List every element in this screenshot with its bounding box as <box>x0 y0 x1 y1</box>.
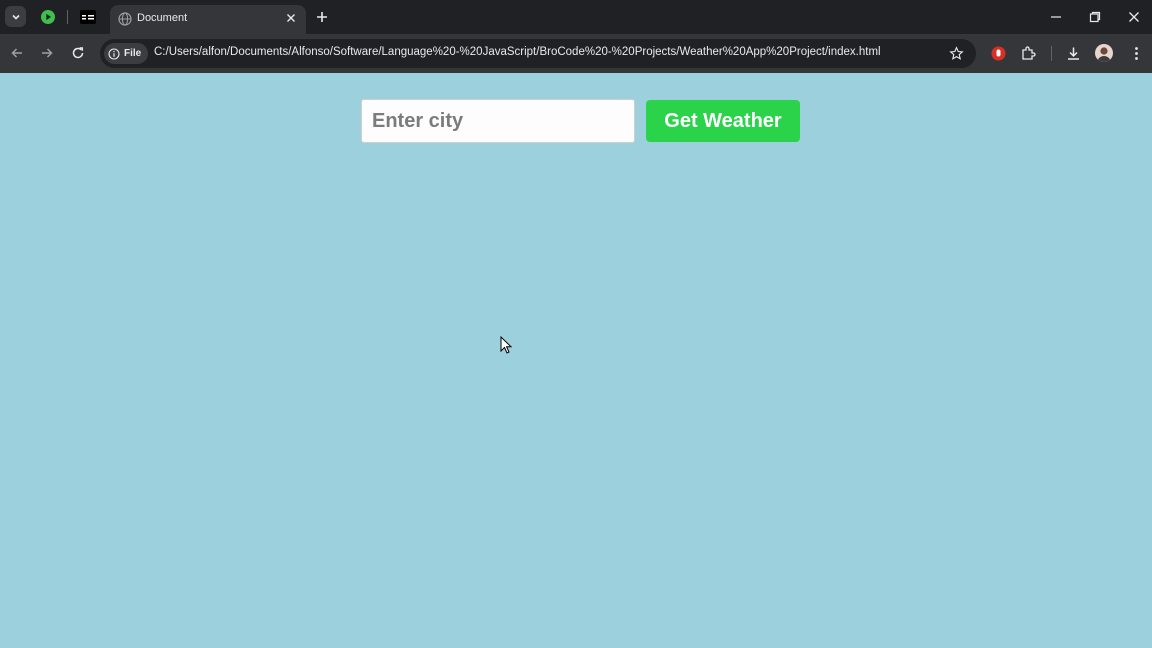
profile-avatar-icon <box>1097 47 1111 62</box>
toolbar-divider <box>1051 46 1052 61</box>
chevron-down-icon <box>11 14 20 20</box>
tab-separator <box>67 10 68 24</box>
star-icon[interactable] <box>949 46 964 61</box>
avatar[interactable] <box>1095 44 1113 62</box>
reload-icon[interactable] <box>70 45 86 61</box>
puzzle-icon[interactable] <box>1020 45 1037 62</box>
back-arrow-icon[interactable] <box>9 45 25 61</box>
mouse-cursor-icon <box>500 336 512 354</box>
minimize-icon[interactable] <box>1048 9 1064 25</box>
globe-icon <box>118 12 132 26</box>
kebab-menu-icon[interactable] <box>1128 45 1145 62</box>
forward-arrow-icon[interactable] <box>39 45 55 61</box>
close-icon[interactable] <box>284 11 298 25</box>
close-icon[interactable] <box>1126 9 1142 25</box>
play-circle-icon <box>41 10 55 24</box>
tab-search-button[interactable] <box>5 6 26 27</box>
tab-title: Document <box>137 12 188 24</box>
tab-document[interactable]: Document <box>110 5 306 34</box>
pinned-tab-player[interactable] <box>38 7 58 27</box>
restore-icon[interactable] <box>1087 9 1103 25</box>
city-input[interactable] <box>361 99 635 143</box>
get-weather-button[interactable]: Get Weather <box>646 100 800 142</box>
plus-icon[interactable] <box>314 9 330 25</box>
url-text[interactable]: C:/Users/alfon/Documents/Alfonso/Softwar… <box>154 46 881 58</box>
info-icon <box>108 47 120 60</box>
app-icon <box>80 10 96 24</box>
site-info-button[interactable]: File <box>104 43 148 64</box>
browser-toolbar: File C:/Users/alfon/Documents/Alfonso/So… <box>0 34 1152 73</box>
pinned-tab-app[interactable] <box>78 7 98 27</box>
site-info-label: File <box>124 48 142 59</box>
download-icon[interactable] <box>1065 45 1082 62</box>
extension-record-icon[interactable] <box>990 45 1007 62</box>
browser-tab-strip: Document <box>0 0 1152 34</box>
address-bar[interactable]: File C:/Users/alfon/Documents/Alfonso/So… <box>100 39 976 68</box>
